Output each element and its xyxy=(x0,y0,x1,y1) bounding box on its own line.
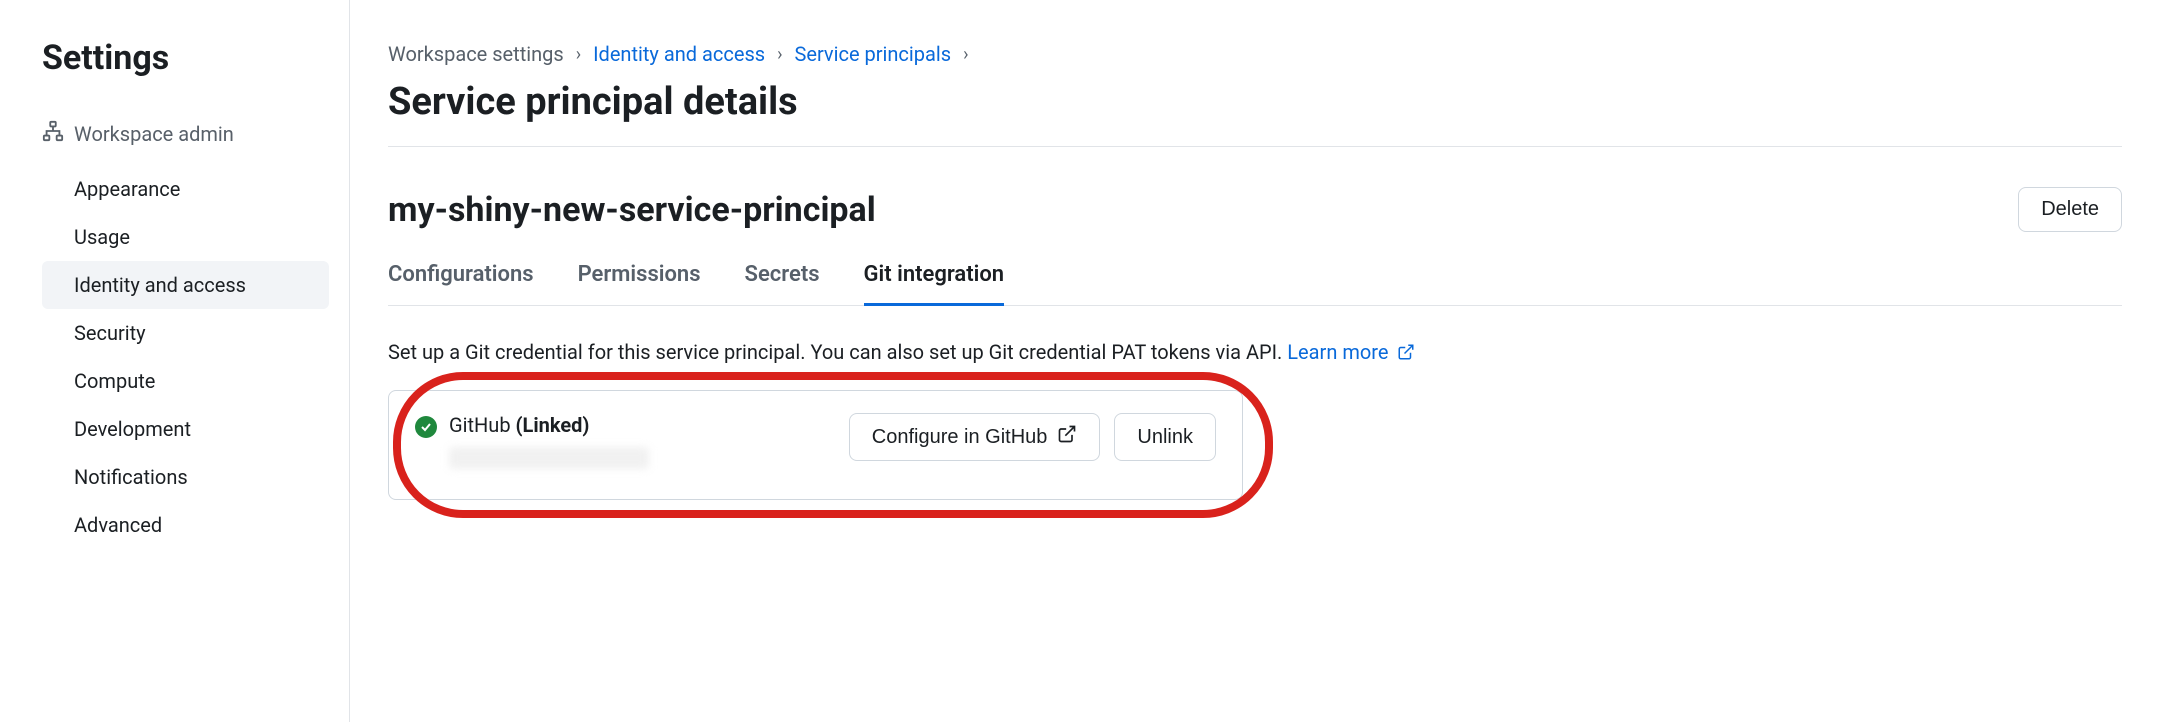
breadcrumb-identity-and-access[interactable]: Identity and access xyxy=(593,42,765,66)
external-link-icon xyxy=(1397,342,1415,366)
sidebar-items-list: Appearance Usage Identity and access Sec… xyxy=(42,165,329,549)
settings-heading: Settings xyxy=(42,38,329,78)
git-provider-status: GitHub (Linked) xyxy=(449,413,649,437)
tab-git-integration[interactable]: Git integration xyxy=(864,250,1005,306)
sidebar-section-label: Workspace admin xyxy=(74,122,234,146)
sidebar-item-compute[interactable]: Compute xyxy=(42,357,329,405)
breadcrumb: Workspace settings › Identity and access… xyxy=(388,42,2122,66)
configure-in-github-button[interactable]: Configure in GitHub xyxy=(849,413,1101,461)
main-content: Workspace settings › Identity and access… xyxy=(350,0,2174,722)
git-card-actions: Configure in GitHub Unlink xyxy=(849,413,1216,461)
git-integration-description: Set up a Git credential for this service… xyxy=(388,340,2122,366)
chevron-right-icon: › xyxy=(576,44,581,65)
principal-name: my-shiny-new-service-principal xyxy=(388,190,876,230)
hierarchy-icon xyxy=(42,120,64,147)
git-card-info: GitHub (Linked) xyxy=(415,413,649,469)
sidebar-item-notifications[interactable]: Notifications xyxy=(42,453,329,501)
tabs: Configurations Permissions Secrets Git i… xyxy=(388,250,2122,306)
git-provider-card: GitHub (Linked) Configure in GitHub xyxy=(388,390,1243,500)
sidebar-item-usage[interactable]: Usage xyxy=(42,213,329,261)
learn-more-link[interactable]: Learn more xyxy=(1287,340,1415,364)
chevron-right-icon: › xyxy=(963,44,968,65)
page-title: Service principal details xyxy=(388,80,2122,124)
chevron-right-icon: › xyxy=(777,44,782,65)
unlink-button[interactable]: Unlink xyxy=(1114,413,1216,461)
principal-header: my-shiny-new-service-principal Delete xyxy=(388,187,2122,232)
tab-configurations[interactable]: Configurations xyxy=(388,250,534,306)
sidebar-item-development[interactable]: Development xyxy=(42,405,329,453)
check-circle-icon xyxy=(415,416,437,438)
tab-permissions[interactable]: Permissions xyxy=(578,250,701,306)
external-link-icon xyxy=(1057,424,1077,450)
sidebar-item-security[interactable]: Security xyxy=(42,309,329,357)
tab-secrets[interactable]: Secrets xyxy=(745,250,820,306)
settings-sidebar: Settings Workspace admin Appearance Usag… xyxy=(0,0,350,722)
git-linked-label: (Linked) xyxy=(516,413,590,437)
divider xyxy=(388,146,2122,147)
sidebar-section-workspace-admin[interactable]: Workspace admin xyxy=(42,120,329,147)
git-account-redacted xyxy=(449,447,649,469)
git-provider-name: GitHub xyxy=(449,413,511,437)
git-card-wrapper: GitHub (Linked) Configure in GitHub xyxy=(388,390,1243,500)
breadcrumb-workspace-settings[interactable]: Workspace settings xyxy=(388,42,564,66)
sidebar-item-advanced[interactable]: Advanced xyxy=(42,501,329,549)
delete-button[interactable]: Delete xyxy=(2018,187,2122,232)
breadcrumb-service-principals[interactable]: Service principals xyxy=(795,42,952,66)
sidebar-item-identity-and-access[interactable]: Identity and access xyxy=(42,261,329,309)
sidebar-item-appearance[interactable]: Appearance xyxy=(42,165,329,213)
